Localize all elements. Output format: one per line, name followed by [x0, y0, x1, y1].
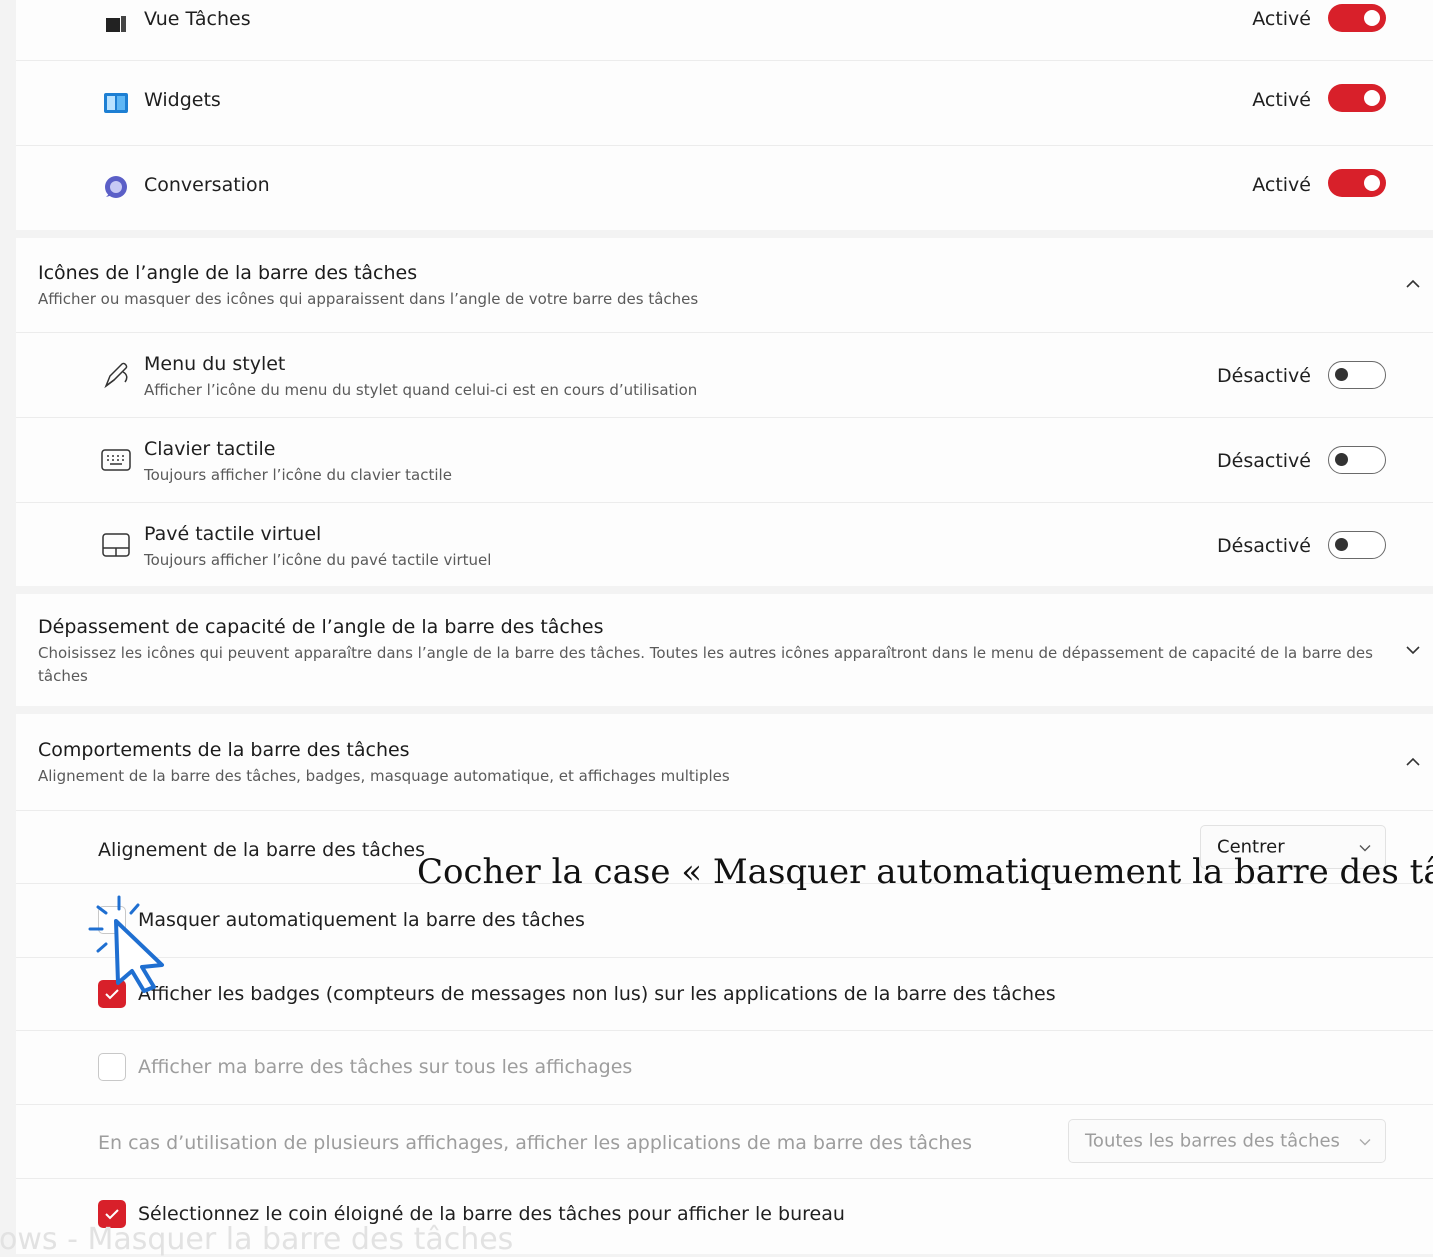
task-view-label: Vue Tâches: [144, 8, 251, 30]
setting-row-pen-menu[interactable]: Menu du stylet Afficher l’icône du menu …: [16, 332, 1433, 418]
virtual-touchpad-state: Désactivé: [1217, 535, 1311, 557]
all-displays-checkbox[interactable]: [98, 1053, 126, 1081]
task-view-icon: [100, 8, 132, 40]
widgets-label: Widgets: [144, 89, 221, 111]
task-view-toggle[interactable]: [1328, 4, 1386, 32]
instruction-annotation: Cocher la case « Masquer automatiquement…: [417, 852, 1433, 892]
virtual-touchpad-label: Pavé tactile virtuel: [144, 523, 322, 545]
widgets-icon: [100, 87, 132, 119]
chevron-up-icon[interactable]: [1401, 750, 1425, 774]
overflow-card[interactable]: Dépassement de capacité de l’angle de la…: [16, 594, 1433, 706]
pen-menu-label: Menu du stylet: [144, 353, 286, 375]
keyboard-icon: [100, 444, 132, 476]
virtual-touchpad-toggle[interactable]: [1328, 531, 1386, 559]
virtual-touchpad-description: Toujours afficher l’icône du pavé tactil…: [144, 551, 492, 569]
widgets-toggle[interactable]: [1328, 84, 1386, 112]
chevron-up-icon[interactable]: [1401, 272, 1425, 296]
touch-keyboard-toggle[interactable]: [1328, 446, 1386, 474]
corner-icons-header[interactable]: Icônes de l’angle de la barre des tâches…: [16, 238, 1433, 332]
multi-display-dropdown[interactable]: Toutes les barres des tâches: [1068, 1119, 1386, 1163]
badges-label: Afficher les badges (compteurs de messag…: [138, 983, 1056, 1005]
taskbar-items-card: Vue Tâches Activé Widgets Activé Convers…: [16, 0, 1433, 230]
multi-display-value: Toutes les barres des tâches: [1085, 1130, 1340, 1152]
behaviors-title: Comportements de la barre des tâches: [38, 739, 410, 761]
multi-display-label: En cas d’utilisation de plusieurs affich…: [98, 1132, 973, 1154]
chat-state: Activé: [1252, 174, 1311, 196]
overflow-subtitle: Choisissez les icônes qui peuvent appara…: [38, 644, 1373, 685]
behaviors-subtitle: Alignement de la barre des tâches, badge…: [38, 767, 730, 785]
setting-row-touch-keyboard[interactable]: Clavier tactile Toujours afficher l’icôn…: [16, 417, 1433, 503]
chat-label: Conversation: [144, 174, 270, 196]
widgets-state: Activé: [1252, 89, 1311, 111]
chevron-down-icon[interactable]: [1401, 638, 1425, 662]
task-view-state: Activé: [1252, 8, 1311, 30]
setting-row-all-displays[interactable]: Afficher ma barre des tâches sur tous le…: [16, 1030, 1433, 1105]
touch-keyboard-label: Clavier tactile: [144, 438, 276, 460]
setting-row-task-view[interactable]: Vue Tâches Activé: [16, 0, 1433, 60]
mouse-cursor-icon: [86, 895, 196, 999]
touch-keyboard-state: Désactivé: [1217, 450, 1311, 472]
chat-icon: [100, 172, 132, 204]
checkmark-icon: [105, 1209, 119, 1220]
setting-row-autohide[interactable]: Masquer automatiquement la barre des tâc…: [16, 883, 1433, 958]
all-displays-label: Afficher ma barre des tâches sur tous le…: [138, 1056, 633, 1078]
corner-icons-card: Icônes de l’angle de la barre des tâches…: [16, 238, 1433, 586]
setting-row-chat[interactable]: Conversation Activé: [16, 145, 1433, 231]
autohide-label: Masquer automatiquement la barre des tâc…: [138, 909, 585, 931]
alignment-label: Alignement de la barre des tâches: [98, 839, 425, 861]
corner-icons-title: Icônes de l’angle de la barre des tâches: [38, 262, 418, 284]
setting-row-widgets[interactable]: Widgets Activé: [16, 60, 1433, 146]
chevron-down-icon: [1359, 1131, 1371, 1152]
behaviors-header[interactable]: Comportements de la barre des tâches Ali…: [16, 714, 1433, 810]
setting-row-badges[interactable]: Afficher les badges (compteurs de messag…: [16, 957, 1433, 1031]
pen-icon: [100, 359, 132, 391]
setting-row-multi-display: En cas d’utilisation de plusieurs affich…: [16, 1104, 1433, 1179]
corner-icons-subtitle: Afficher ou masquer des icônes qui appar…: [38, 290, 699, 308]
pen-menu-description: Afficher l’icône du menu du stylet quand…: [144, 381, 698, 399]
touchpad-icon: [100, 529, 132, 561]
pen-menu-toggle[interactable]: [1328, 361, 1386, 389]
faded-caption: dows - Masquer la barre des tâches: [0, 1222, 514, 1257]
setting-row-virtual-touchpad[interactable]: Pavé tactile virtuel Toujours afficher l…: [16, 502, 1433, 587]
behaviors-card: Comportements de la barre des tâches Ali…: [16, 714, 1433, 1254]
chat-toggle[interactable]: [1328, 169, 1386, 197]
overflow-title: Dépassement de capacité de l’angle de la…: [38, 616, 604, 638]
pen-menu-state: Désactivé: [1217, 365, 1311, 387]
touch-keyboard-description: Toujours afficher l’icône du clavier tac…: [144, 466, 452, 484]
